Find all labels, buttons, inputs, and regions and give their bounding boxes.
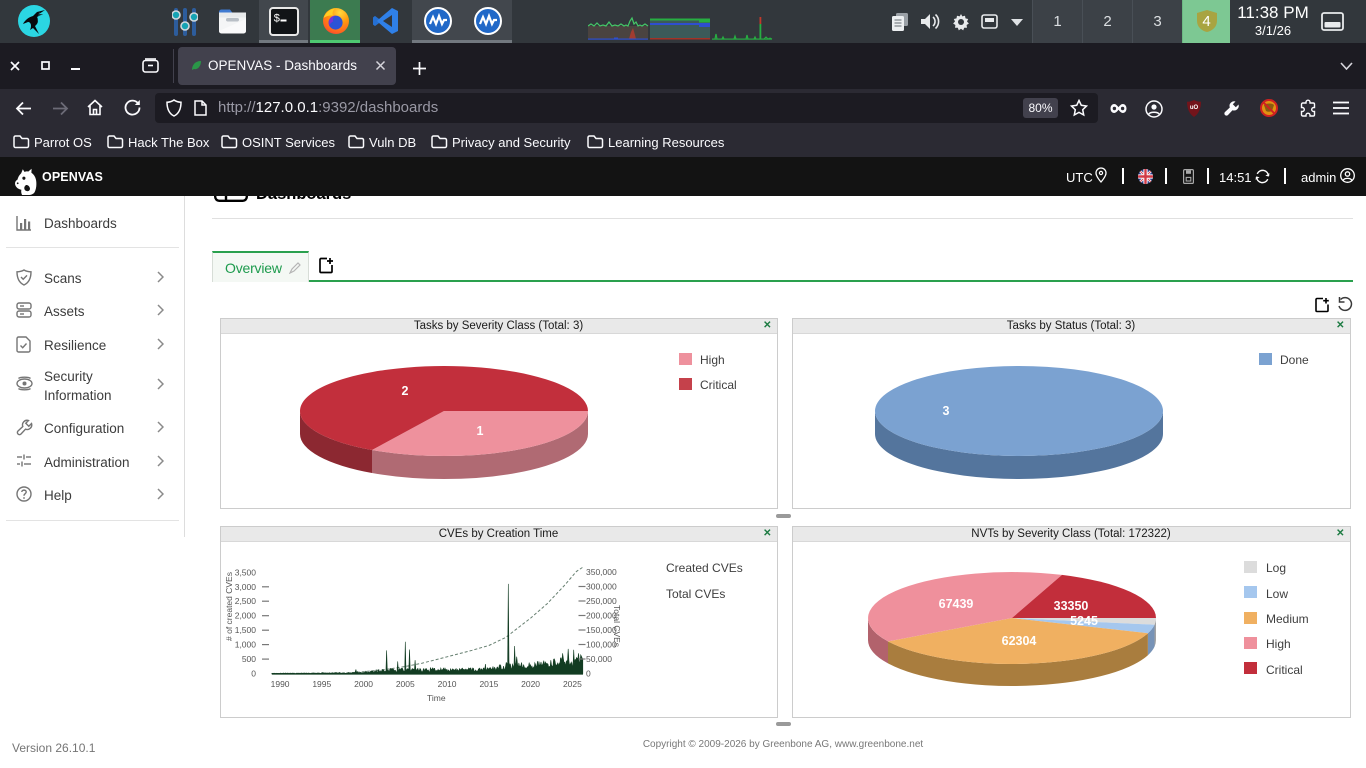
svg-text:3,500: 3,500 bbox=[234, 567, 256, 577]
svg-text:1,500: 1,500 bbox=[234, 625, 256, 635]
svg-text:Total CVEs: Total CVEs bbox=[612, 605, 622, 647]
svg-text:# of created CVEs: # of created CVEs bbox=[224, 572, 234, 641]
svg-text:2,500: 2,500 bbox=[234, 596, 256, 606]
svg-text:0: 0 bbox=[586, 668, 591, 678]
svg-text:Time: Time bbox=[427, 693, 446, 703]
svg-text:2010: 2010 bbox=[437, 679, 456, 689]
svg-text:1,000: 1,000 bbox=[234, 639, 256, 649]
svg-text:1995: 1995 bbox=[312, 679, 331, 689]
svg-text:0: 0 bbox=[251, 668, 256, 678]
svg-text:2,000: 2,000 bbox=[234, 610, 256, 620]
svg-text:300,000: 300,000 bbox=[586, 581, 617, 591]
svg-text:2000: 2000 bbox=[354, 679, 373, 689]
svg-text:2025: 2025 bbox=[562, 679, 581, 689]
svg-text:2005: 2005 bbox=[395, 679, 414, 689]
svg-text:50,000: 50,000 bbox=[586, 654, 612, 664]
svg-text:3,000: 3,000 bbox=[234, 581, 256, 591]
svg-text:2020: 2020 bbox=[521, 679, 540, 689]
svg-text:350,000: 350,000 bbox=[586, 567, 617, 577]
svg-text:1990: 1990 bbox=[270, 679, 289, 689]
svg-text:2015: 2015 bbox=[479, 679, 498, 689]
svg-text:500: 500 bbox=[241, 654, 255, 664]
